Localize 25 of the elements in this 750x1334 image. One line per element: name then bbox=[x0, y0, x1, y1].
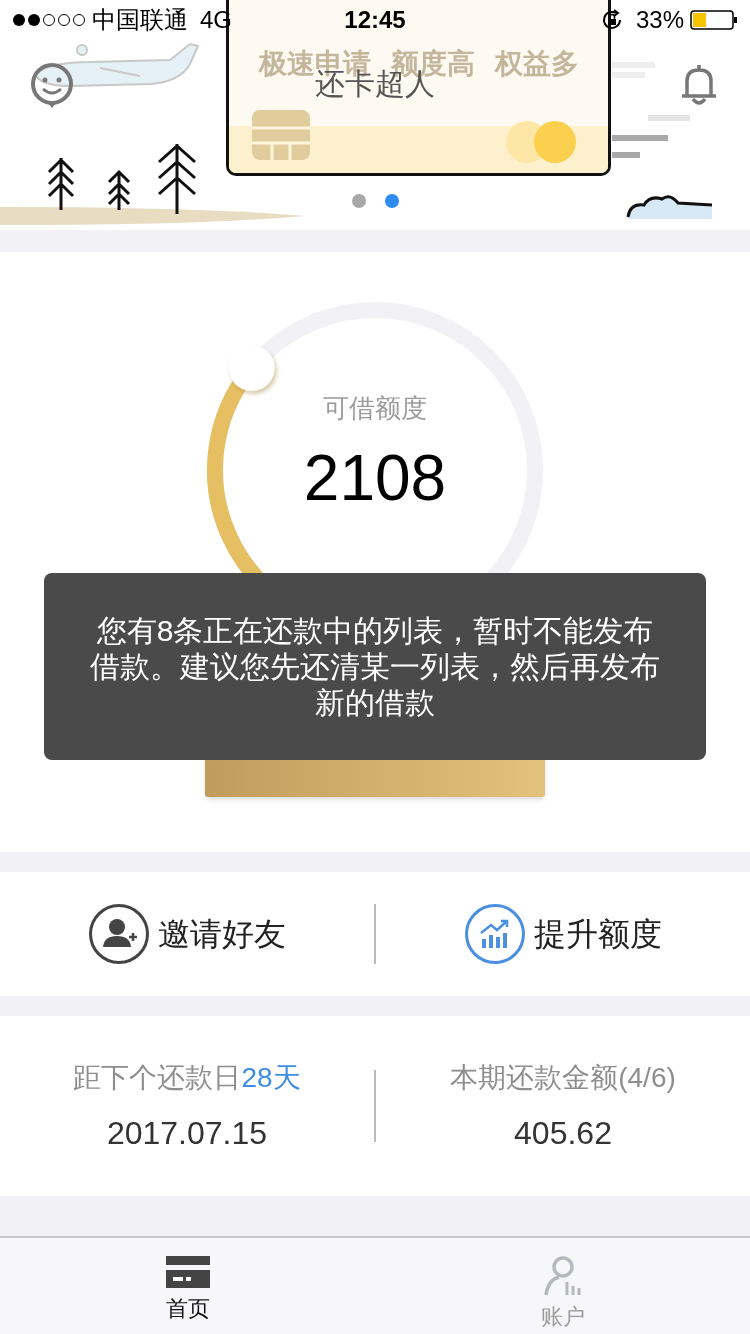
tab[interactable]: 首页 bbox=[0, 1238, 375, 1334]
repayment-label: 距下个还款日 bbox=[73, 1061, 242, 1095]
carrier-name: 中国联通 bbox=[92, 5, 188, 35]
battery-percentage: 33% bbox=[635, 5, 684, 35]
coins-icon bbox=[505, 120, 577, 164]
card-tagline: 权益多 bbox=[494, 48, 579, 80]
repayment-value: 405.62 bbox=[514, 1114, 612, 1152]
rising-chart-icon[interactable] bbox=[464, 903, 526, 965]
repayment-value: 2017.07.15 bbox=[106, 1114, 268, 1152]
card-chip-icon bbox=[252, 110, 310, 160]
days-remaining: 28天 bbox=[241, 1061, 301, 1095]
action-link[interactable]: 邀请好友 bbox=[158, 914, 286, 954]
battery-icon bbox=[690, 10, 738, 30]
add-user-icon[interactable] bbox=[88, 903, 150, 965]
message-toast: 您有8条正在还款中的列表，暂时不能发布借款。建议您先还清某一列表，然后再发布新的借款 bbox=[44, 573, 706, 760]
action-link[interactable]: 提升额度 bbox=[534, 914, 662, 954]
card-icon bbox=[165, 1256, 210, 1288]
clock-time: 12:45 bbox=[343, 5, 407, 35]
smiley-icon[interactable] bbox=[30, 62, 74, 108]
repayment-label: 本期还款金额(4/6) bbox=[450, 1061, 676, 1095]
notification-bell-icon[interactable] bbox=[680, 63, 718, 107]
user-icon bbox=[542, 1256, 583, 1296]
credit-amount: 2108 bbox=[302, 442, 448, 514]
signal-icon bbox=[12, 13, 88, 27]
credit-label: 可借额度 bbox=[322, 392, 428, 424]
